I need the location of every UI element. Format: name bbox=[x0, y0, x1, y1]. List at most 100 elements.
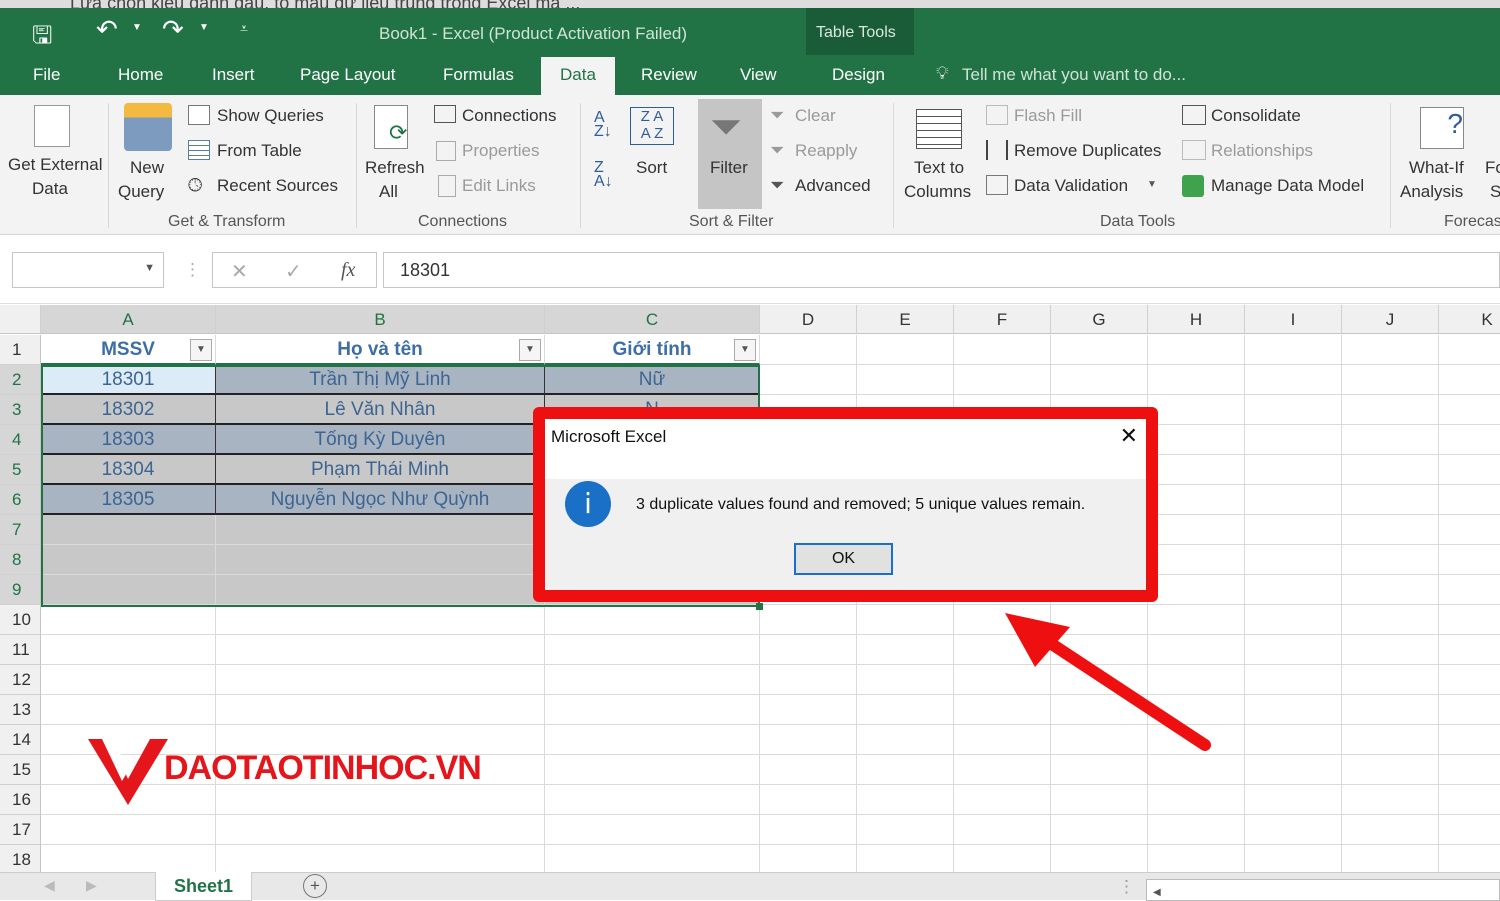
table-cell[interactable]: 18304 bbox=[41, 455, 216, 485]
refresh-all-label[interactable]: All bbox=[379, 182, 398, 202]
cell[interactable] bbox=[1148, 785, 1245, 815]
column-header-i[interactable]: I bbox=[1245, 305, 1342, 334]
column-header-d[interactable]: D bbox=[760, 305, 857, 334]
tab-home[interactable]: Home bbox=[118, 65, 163, 85]
table-cell[interactable]: Lê Văn Nhân bbox=[216, 395, 545, 425]
cell[interactable] bbox=[545, 665, 760, 695]
cell[interactable] bbox=[1342, 815, 1439, 845]
cell[interactable] bbox=[1342, 455, 1439, 485]
cell[interactable] bbox=[1342, 485, 1439, 515]
undo-dropdown-icon[interactable]: ▼ bbox=[132, 22, 142, 33]
cell[interactable] bbox=[216, 575, 545, 605]
insert-function-button[interactable]: fx bbox=[341, 259, 355, 282]
cell[interactable] bbox=[760, 815, 857, 845]
table-cell[interactable]: 18305 bbox=[41, 485, 216, 515]
cancel-icon[interactable]: ✕ bbox=[231, 259, 248, 284]
filter-dropdown-icon[interactable]: ▼ bbox=[190, 339, 212, 361]
table-cell[interactable]: 18302 bbox=[41, 395, 216, 425]
row-header-18[interactable]: 18 bbox=[0, 845, 41, 875]
cell[interactable] bbox=[1439, 755, 1500, 785]
cell[interactable] bbox=[216, 635, 545, 665]
flash-fill-button[interactable]: Flash Fill bbox=[1014, 106, 1082, 126]
undo-icon[interactable]: ↶ bbox=[96, 14, 118, 45]
row-header-5[interactable]: 5 bbox=[0, 455, 41, 485]
cell[interactable] bbox=[41, 695, 216, 725]
cell[interactable] bbox=[760, 335, 857, 365]
tab-insert[interactable]: Insert bbox=[212, 65, 255, 85]
cell[interactable] bbox=[1439, 335, 1500, 365]
cell[interactable] bbox=[1245, 605, 1342, 635]
cell[interactable] bbox=[545, 755, 760, 785]
row-header-10[interactable]: 10 bbox=[0, 605, 41, 635]
cell[interactable] bbox=[1051, 845, 1148, 875]
cell[interactable] bbox=[1439, 815, 1500, 845]
table-header-cell[interactable]: MSSV ▼ bbox=[41, 335, 216, 365]
cell[interactable] bbox=[760, 785, 857, 815]
cell[interactable] bbox=[1148, 845, 1245, 875]
tab-data[interactable]: Data bbox=[541, 57, 615, 95]
manage-data-model-button[interactable]: Manage Data Model bbox=[1211, 176, 1364, 196]
cell[interactable] bbox=[760, 635, 857, 665]
cell[interactable] bbox=[1245, 545, 1342, 575]
sort-z-a-icon[interactable]: Z A↓ bbox=[594, 160, 613, 190]
cell[interactable] bbox=[1342, 725, 1439, 755]
row-header-9[interactable]: 9 bbox=[0, 575, 41, 605]
cell[interactable] bbox=[216, 605, 545, 635]
cell[interactable] bbox=[1245, 785, 1342, 815]
cell[interactable] bbox=[41, 845, 216, 875]
get-external-data-label[interactable]: Data bbox=[32, 179, 68, 199]
cell[interactable] bbox=[954, 845, 1051, 875]
cell[interactable] bbox=[1439, 635, 1500, 665]
cell[interactable] bbox=[41, 815, 216, 845]
sort-a-z-icon[interactable]: A Z↓ bbox=[594, 110, 612, 140]
customize-qat-icon[interactable]: ⩡ bbox=[240, 20, 248, 37]
cell[interactable] bbox=[1051, 365, 1148, 395]
cell[interactable] bbox=[1148, 815, 1245, 845]
cell[interactable] bbox=[1439, 575, 1500, 605]
cell[interactable] bbox=[1439, 515, 1500, 545]
scroll-right-icon[interactable]: ▶ bbox=[86, 877, 97, 894]
table-cell[interactable]: Tống Kỳ Duyên bbox=[216, 425, 545, 455]
cell[interactable] bbox=[1342, 785, 1439, 815]
from-table-button[interactable]: From Table bbox=[217, 141, 302, 161]
filter-button[interactable]: ⏷ Filter bbox=[698, 99, 762, 209]
tell-me-input[interactable]: Tell me what you want to do... bbox=[962, 65, 1186, 85]
cell[interactable] bbox=[1245, 635, 1342, 665]
table-cell[interactable]: Nguyễn Ngọc Như Quỳnh bbox=[216, 485, 545, 515]
scroll-left-icon[interactable]: ◀ bbox=[44, 877, 55, 894]
cell[interactable] bbox=[857, 755, 954, 785]
cell[interactable] bbox=[1245, 665, 1342, 695]
connections-button[interactable]: Connections bbox=[462, 106, 557, 126]
cell[interactable] bbox=[760, 605, 857, 635]
cell[interactable] bbox=[1148, 515, 1245, 545]
column-header-h[interactable]: H bbox=[1148, 305, 1245, 334]
row-header-11[interactable]: 11 bbox=[0, 635, 41, 665]
consolidate-button[interactable]: Consolidate bbox=[1211, 106, 1301, 126]
name-box[interactable]: ▼ bbox=[12, 252, 164, 288]
cell[interactable] bbox=[1245, 815, 1342, 845]
table-header-cell[interactable]: Giới tính ▼ bbox=[545, 335, 760, 365]
table-cell[interactable]: Trần Thị Mỹ Linh bbox=[216, 365, 545, 395]
table-cell[interactable]: Phạm Thái Minh bbox=[216, 455, 545, 485]
cell[interactable] bbox=[1342, 335, 1439, 365]
filter-dropdown-icon[interactable]: ▼ bbox=[519, 339, 541, 361]
refresh-all-button[interactable]: Refresh bbox=[365, 158, 425, 178]
new-sheet-icon[interactable]: + bbox=[303, 874, 327, 898]
cell[interactable] bbox=[41, 515, 216, 545]
cell[interactable] bbox=[857, 665, 954, 695]
cell[interactable] bbox=[41, 545, 216, 575]
cell[interactable] bbox=[1439, 455, 1500, 485]
cell[interactable] bbox=[1342, 365, 1439, 395]
row-header-13[interactable]: 13 bbox=[0, 695, 41, 725]
filter-dropdown-icon[interactable]: ▼ bbox=[734, 339, 756, 361]
cell[interactable] bbox=[545, 695, 760, 725]
cell[interactable] bbox=[1439, 605, 1500, 635]
forecast-sheet-label[interactable]: S bbox=[1490, 182, 1500, 202]
cell[interactable] bbox=[857, 815, 954, 845]
cell[interactable] bbox=[760, 695, 857, 725]
row-header-3[interactable]: 3 bbox=[0, 395, 41, 425]
cell[interactable] bbox=[1342, 755, 1439, 785]
cell[interactable] bbox=[1342, 635, 1439, 665]
dialog-close-button[interactable]: ✕ bbox=[1120, 423, 1138, 449]
cell[interactable] bbox=[545, 815, 760, 845]
